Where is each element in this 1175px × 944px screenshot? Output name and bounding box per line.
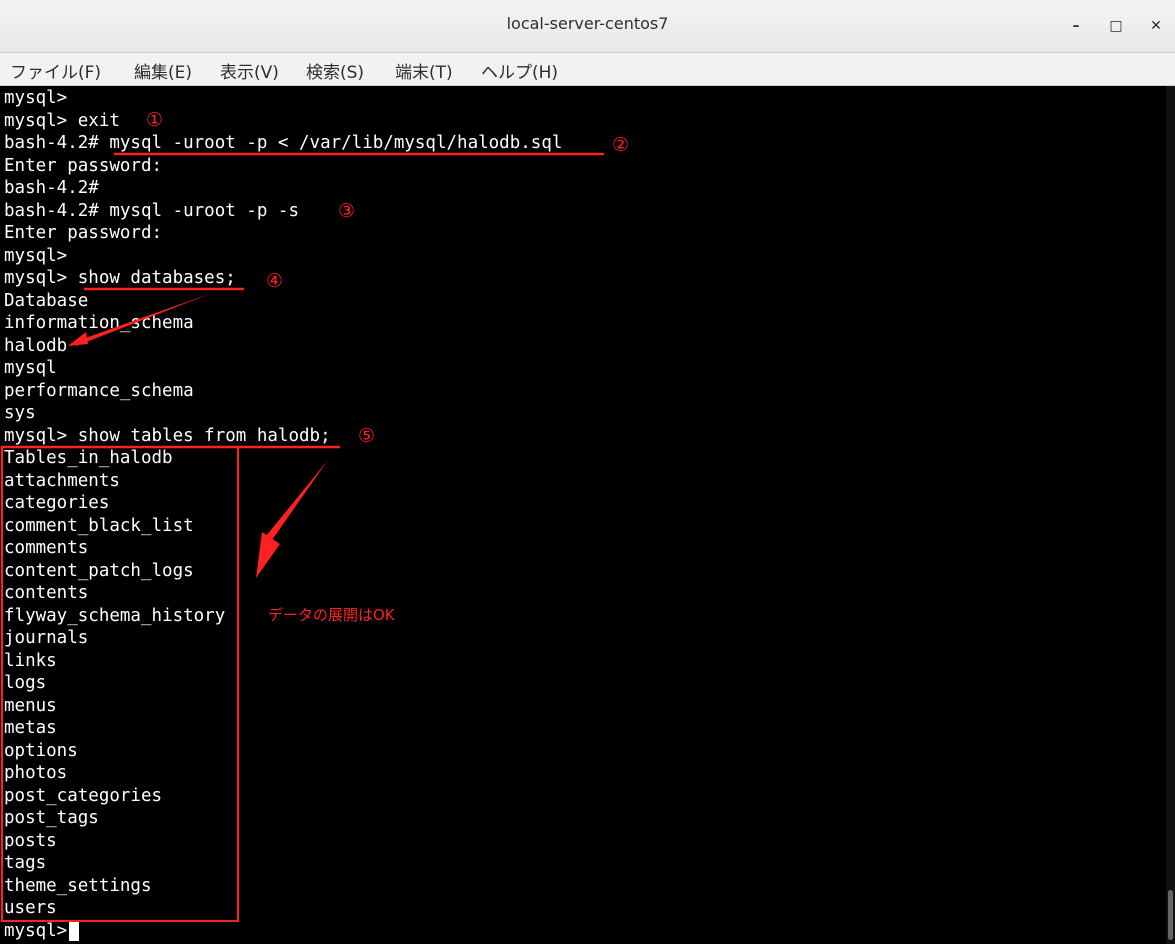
- terminal-line: flyway_schema_history: [4, 606, 226, 626]
- terminal-line: theme_settings: [4, 876, 152, 896]
- terminal-line: performance_schema: [4, 381, 194, 401]
- step-1-marker: ①: [146, 109, 164, 131]
- terminal-line: journals: [4, 628, 89, 648]
- step-3-marker: ③: [338, 200, 356, 222]
- prompt-text: mysql>: [4, 921, 68, 941]
- terminal-output[interactable]: mysql> mysql> exit bash-4.2# mysql -uroo…: [0, 86, 1166, 944]
- terminal-line: content_patch_logs: [4, 561, 194, 581]
- title-bar[interactable]: local-server-centos7 – □ ✕: [0, 0, 1175, 53]
- step-5-marker: ⑤: [358, 425, 376, 447]
- terminal-line: post_tags: [4, 808, 99, 828]
- annotation-note: データの展開はOK: [268, 606, 395, 624]
- window-title: local-server-centos7: [506, 14, 669, 33]
- terminal-line: halodb: [4, 336, 68, 356]
- text-cursor: [69, 921, 80, 941]
- terminal-line: links: [4, 651, 57, 671]
- terminal-window: local-server-centos7 – □ ✕ ファイル(F) 編集(E)…: [0, 0, 1175, 944]
- scrollbar-thumb[interactable]: [1168, 890, 1173, 940]
- terminal-line: mysql>: [4, 88, 68, 108]
- menu-search[interactable]: 検索(S): [306, 58, 364, 83]
- step-4-marker: ④: [266, 270, 284, 292]
- menu-file[interactable]: ファイル(F): [10, 58, 101, 83]
- menu-view[interactable]: 表示(V): [220, 58, 279, 83]
- menu-bar: ファイル(F) 編集(E) 表示(V) 検索(S) 端末(T) ヘルプ(H): [0, 53, 1175, 86]
- terminal-line: mysql> show databases;: [4, 268, 236, 288]
- terminal-line: menus: [4, 696, 57, 716]
- terminal-line: information_schema: [4, 313, 194, 333]
- menu-edit[interactable]: 編集(E): [134, 58, 192, 83]
- prompt-line[interactable]: mysql>: [4, 920, 80, 942]
- menu-help[interactable]: ヘルプ(H): [481, 58, 558, 83]
- terminal-line: users: [4, 898, 57, 918]
- terminal-line: metas: [4, 718, 57, 738]
- terminal-line: comments: [4, 538, 89, 558]
- terminal-line: comment_black_list: [4, 516, 194, 536]
- terminal-line: bash-4.2# mysql -uroot -p < /var/lib/mys…: [4, 133, 563, 153]
- terminal-line: sys: [4, 403, 36, 423]
- terminal-line: mysql> exit: [4, 111, 120, 131]
- terminal-line: Database: [4, 291, 89, 311]
- terminal-line: Tables_in_halodb: [4, 448, 173, 468]
- terminal-line: mysql: [4, 358, 57, 378]
- terminal-line: categories: [4, 493, 110, 513]
- menu-terminal[interactable]: 端末(T): [395, 58, 453, 83]
- maximize-button[interactable]: □: [1104, 14, 1128, 38]
- terminal-line: bash-4.2#: [4, 178, 99, 198]
- terminal-line: attachments: [4, 471, 120, 491]
- terminal-line: options: [4, 741, 78, 761]
- terminal-line: tags: [4, 853, 47, 873]
- step-2-marker: ②: [612, 134, 630, 156]
- terminal-line: posts: [4, 831, 57, 851]
- close-button[interactable]: ✕: [1144, 14, 1168, 38]
- terminal-line: mysql> show tables from halodb;: [4, 426, 331, 446]
- terminal-line: Enter password:: [4, 156, 163, 176]
- terminal-line: post_categories: [4, 786, 163, 806]
- terminal-line: contents: [4, 583, 89, 603]
- terminal-line: photos: [4, 763, 68, 783]
- scrollbar[interactable]: [1166, 86, 1175, 944]
- terminal-line: mysql>: [4, 246, 68, 266]
- terminal-line: Enter password:: [4, 223, 163, 243]
- terminal-line: bash-4.2# mysql -uroot -p -s: [4, 201, 300, 221]
- minimize-button[interactable]: –: [1064, 14, 1088, 38]
- terminal-line: logs: [4, 673, 47, 693]
